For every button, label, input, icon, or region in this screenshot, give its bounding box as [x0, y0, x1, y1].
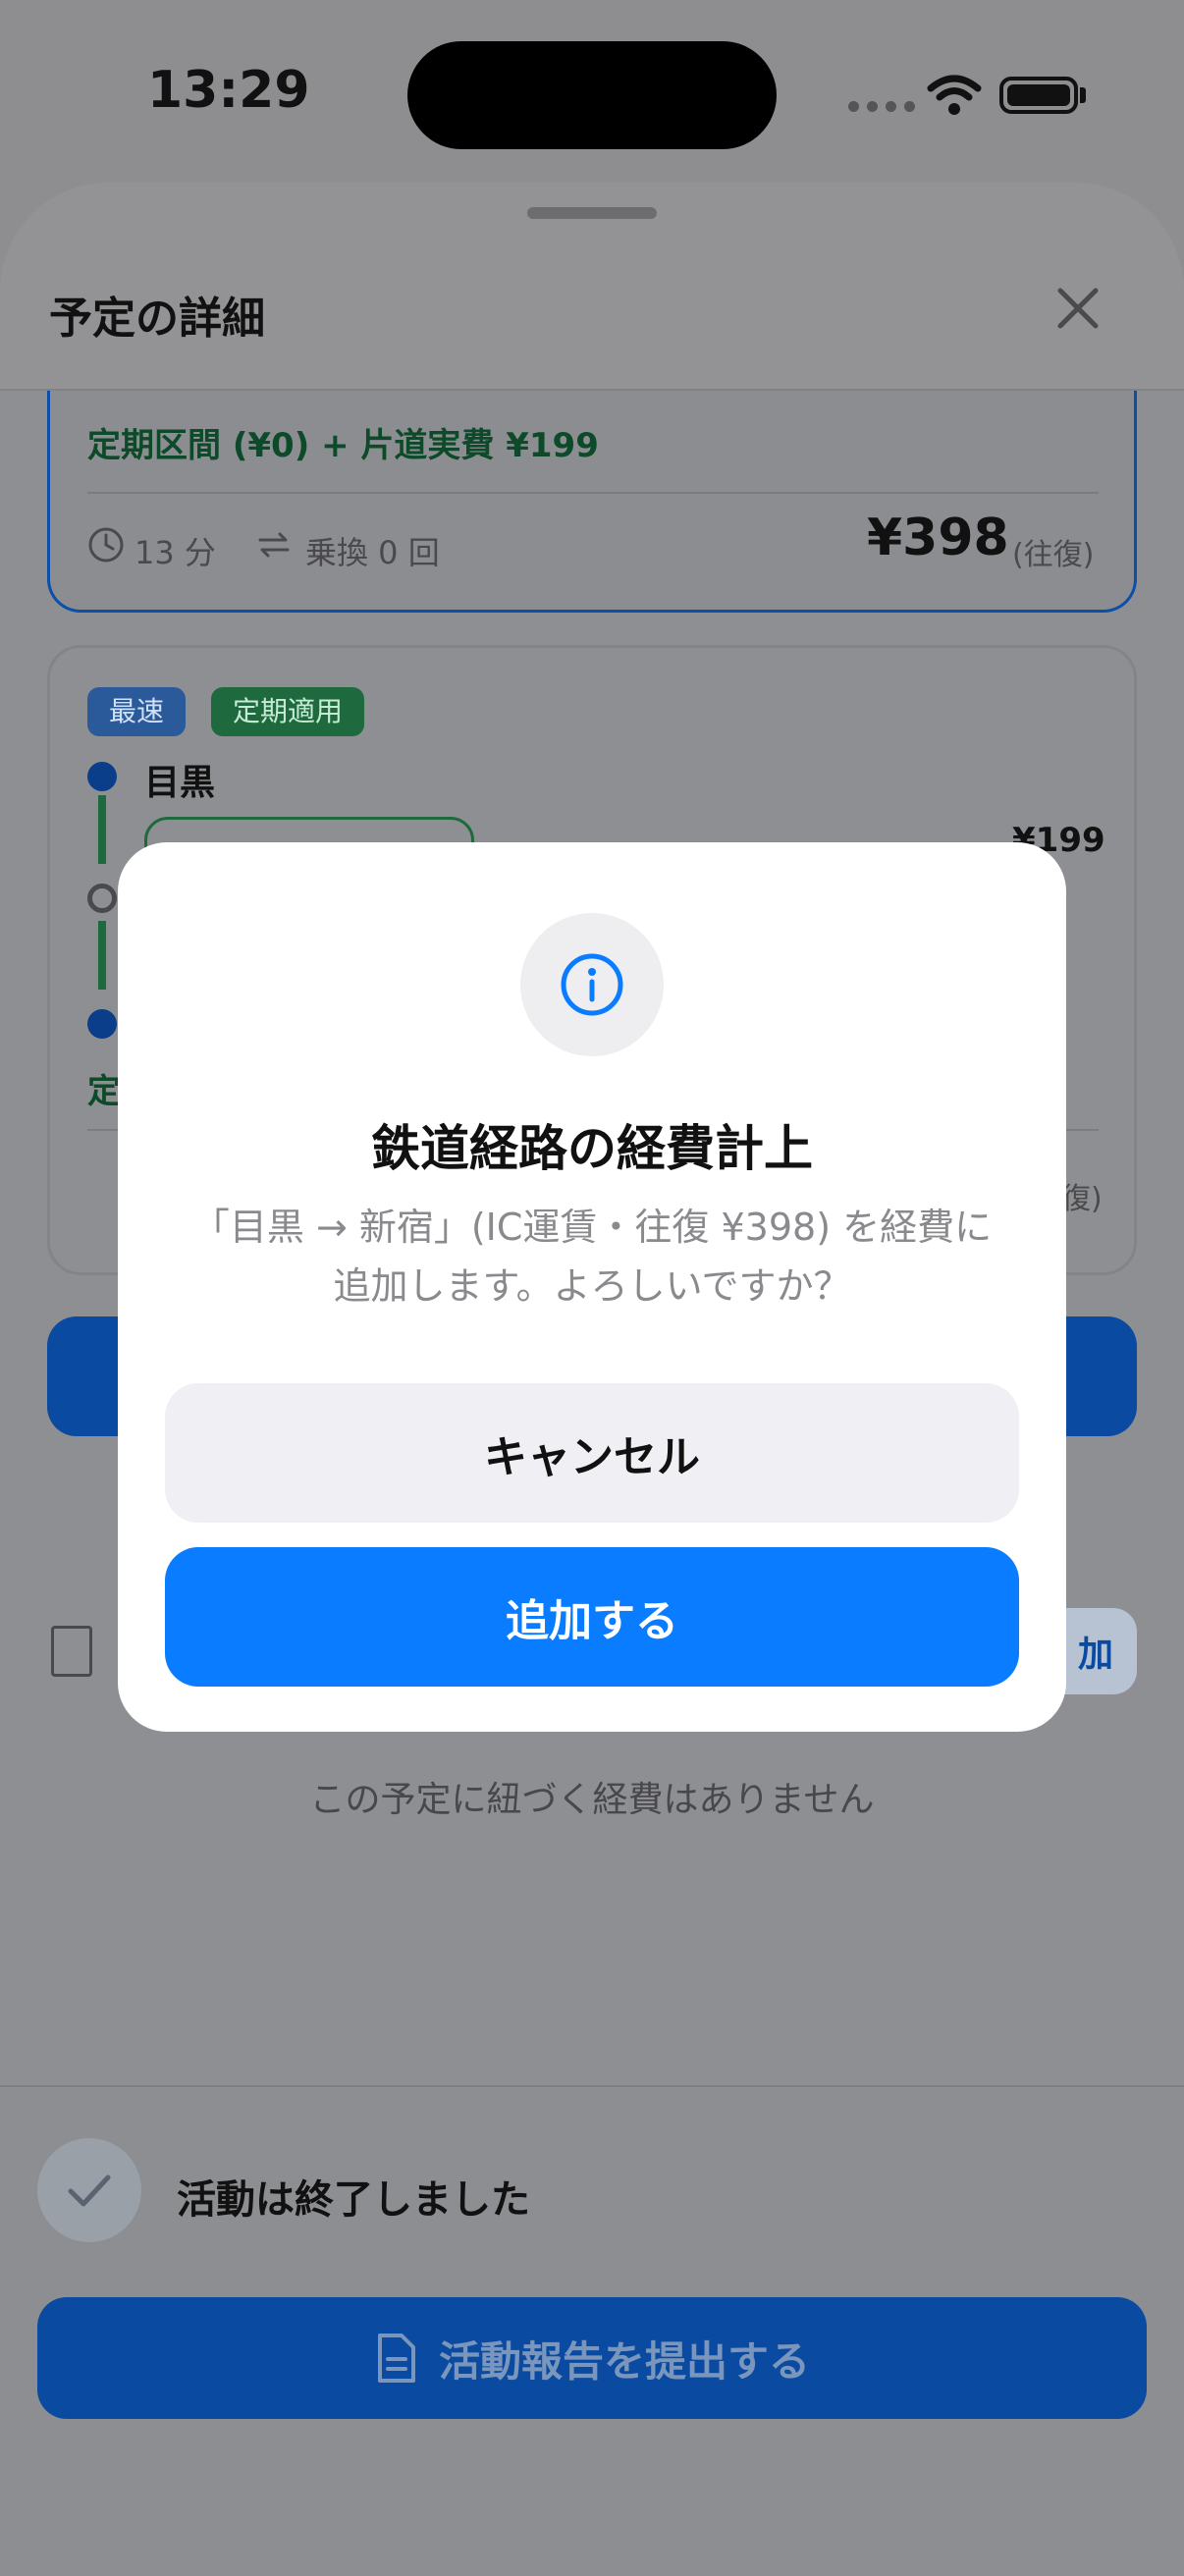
activity-done-indicator [37, 2138, 141, 2242]
station-origin-dot [87, 762, 117, 791]
dynamic-island [407, 41, 777, 149]
info-icon [561, 953, 623, 1016]
station-destination-dot [87, 1009, 117, 1039]
badge-commuter-pass: 定期適用 [211, 687, 365, 736]
checkmark-icon [68, 2174, 111, 2207]
battery-nub [1080, 87, 1086, 103]
dialog-message: 「目黒 → 新宿」(IC運賃・往復 ¥398) を経費に追加します。よろしいです… [191, 1206, 993, 1308]
cancel-button[interactable]: キャンセル [165, 1383, 1019, 1523]
sheet-grabber[interactable] [527, 207, 657, 219]
station-transit-dot [87, 884, 117, 913]
fare-note: 定期区間 (¥0) + 片道実費 ¥199 [87, 426, 599, 465]
fare-note-partial: 定 [87, 1072, 121, 1111]
receipt-yen-icon [51, 1626, 92, 1677]
confirm-add-button[interactable]: 追加する [165, 1547, 1019, 1687]
track-line [98, 921, 106, 990]
transfer-count: 乗換 0 回 [305, 534, 440, 571]
track-line [98, 795, 106, 864]
sheet-title: 予定の詳細 [49, 294, 265, 344]
status-time: 13:29 [147, 61, 310, 120]
transfer-icon [258, 532, 290, 558]
confirm-dialog: 鉄道経路の経費計上 「目黒 → 新宿」(IC運賃・往復 ¥398) を経費に追加… [118, 842, 1066, 1732]
add-expense-label: 加 [1077, 1635, 1113, 1675]
divider [87, 492, 1099, 494]
station-origin: 目黒 [144, 763, 216, 803]
submit-report-button[interactable]: 活動報告を提出する [37, 2297, 1147, 2419]
route-price-suffix: (往復) [1012, 538, 1095, 572]
wifi-icon [927, 75, 982, 115]
badge-fastest: 最速 [87, 687, 187, 736]
submit-report-label: 活動報告を提出する [438, 2336, 810, 2386]
route-price-suffix-partial: 復) [1061, 1182, 1103, 1216]
activity-done-text: 活動は終了しました [177, 2177, 530, 2223]
info-icon-container [520, 913, 664, 1056]
battery-icon [999, 77, 1078, 114]
document-icon [377, 2334, 415, 2383]
close-icon[interactable] [1050, 281, 1105, 336]
no-expense-text: この予定に紐づく経費はありません [309, 1780, 875, 1820]
duration: 13 分 [135, 534, 216, 571]
route-price: ¥398 [867, 509, 1009, 567]
route-card-selected[interactable]: 定期区間 (¥0) + 片道実費 ¥199 13 分 乗換 0 回 ¥398 (… [47, 389, 1137, 613]
cellular-signal-icon [848, 101, 915, 112]
clock-icon [88, 527, 124, 563]
dialog-title: 鉄道経路の経費計上 [371, 1120, 813, 1177]
